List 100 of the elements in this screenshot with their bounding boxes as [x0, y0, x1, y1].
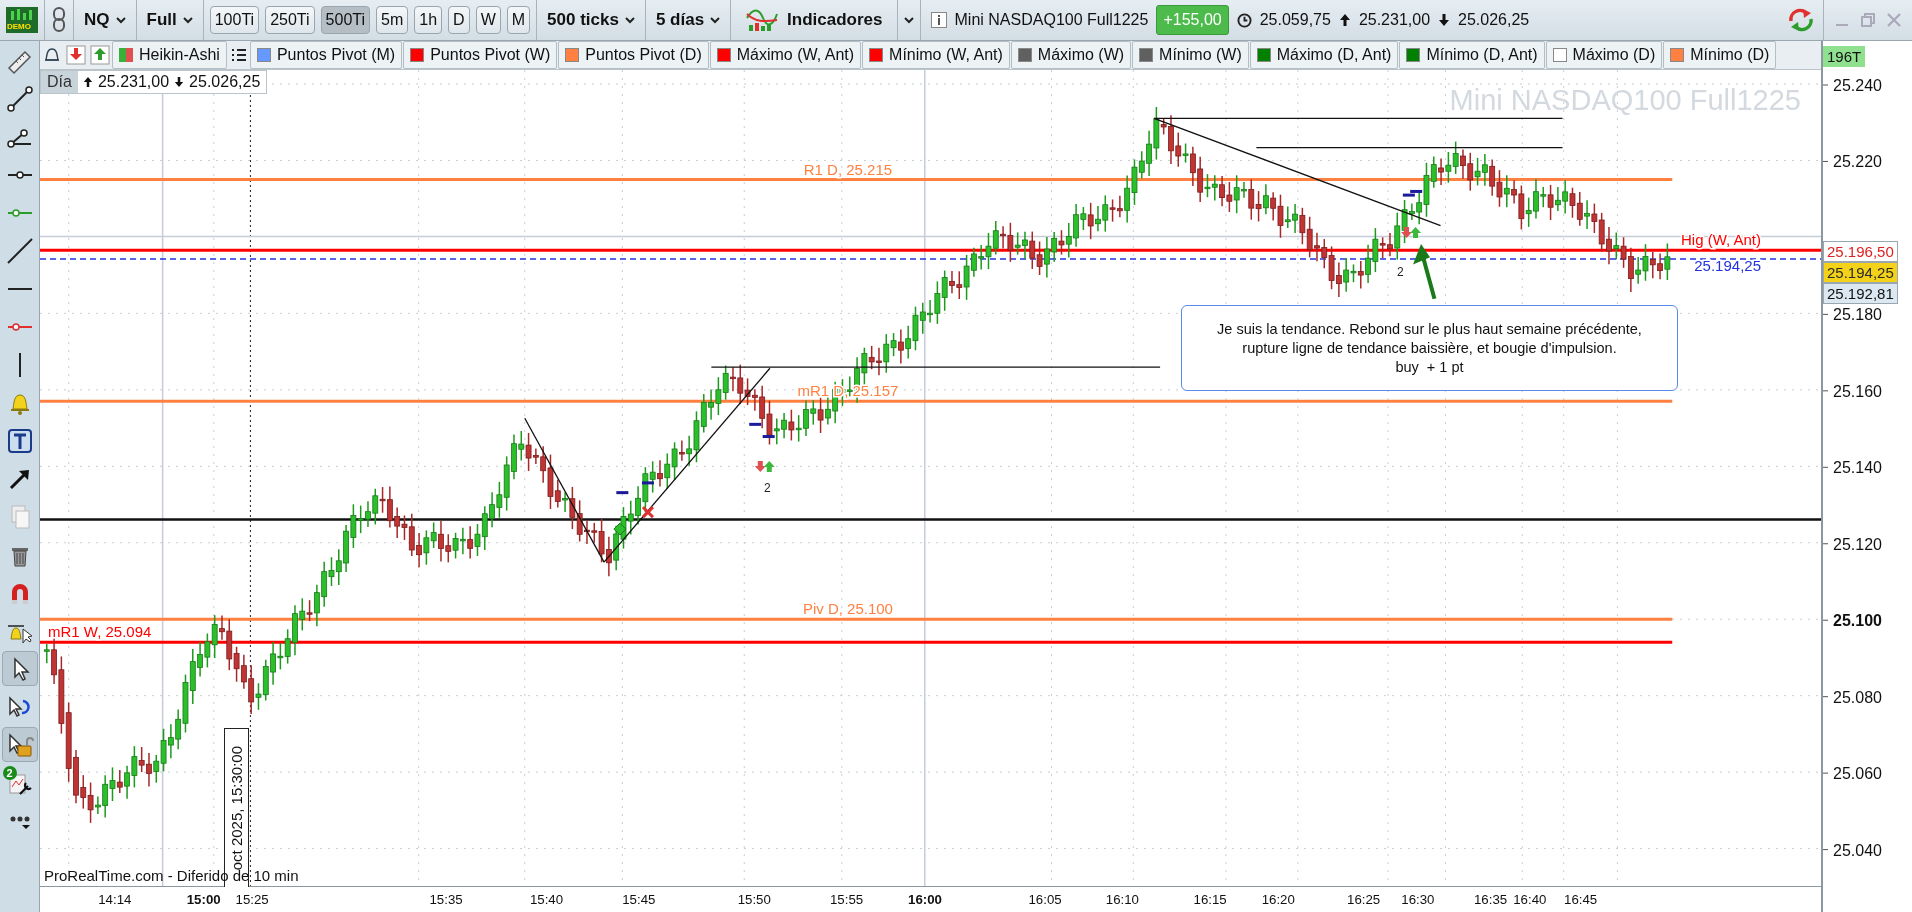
legend-item[interactable]: Heikin-Ashi [112, 41, 227, 70]
day-label: Día [41, 71, 78, 94]
legend-item[interactable]: Máximo (D) [1545, 41, 1663, 70]
trend-line[interactable] [1153, 118, 1564, 120]
refresh-icon[interactable] [1787, 7, 1815, 33]
demo-logo-icon [6, 7, 38, 33]
legend-label: Heikin-Ashi [139, 46, 220, 65]
bar-count-badge: 196T [1823, 45, 1866, 67]
period-dropdown[interactable]: 5 días [645, 0, 732, 40]
price-tag: 25.194,25 [1823, 262, 1898, 283]
symbol-dropdown[interactable]: NQ [74, 0, 137, 40]
legend-item[interactable]: Mínimo (W, Ant) [862, 41, 1010, 70]
time-tick-label: 16:15 [1193, 892, 1227, 908]
time-tick-label: 15:35 [429, 892, 463, 908]
price-tick-label: 25.220 [1833, 153, 1882, 171]
trend-line[interactable] [1153, 118, 1442, 227]
time-tick-label: 16:40 [1513, 892, 1547, 908]
legend-label: Mínimo (W, Ant) [889, 46, 1003, 65]
time-tick-label: 15:45 [622, 892, 656, 908]
buy-sell-arrows-icon [1401, 227, 1422, 239]
link-icon[interactable] [51, 7, 67, 33]
cross-marker-icon [641, 506, 655, 520]
legend-label: Mínimo (D, Ant) [1426, 46, 1538, 65]
trend-line[interactable] [603, 368, 771, 564]
legend-item[interactable]: Mínimo (W) [1132, 41, 1249, 70]
interval-button[interactable]: 5m [376, 6, 409, 34]
price-tick-label: 25.240 [1833, 77, 1882, 94]
price-tick-label: 25.160 [1833, 382, 1882, 400]
pointer-lock-icon[interactable] [1, 727, 38, 762]
legend-label: Máximo (D) [1572, 46, 1656, 65]
legend-item[interactable]: Máximo (D, Ant) [1249, 41, 1399, 70]
level-label: R1 D, 25.215 [803, 160, 893, 178]
time-tick-label: 14:14 [98, 892, 132, 908]
pointer-icon[interactable] [1, 651, 38, 686]
interval-button[interactable]: M [506, 6, 531, 34]
legend-item[interactable]: Puntos Pivot (M) [249, 41, 403, 70]
time-tick-label: 15:00 [186, 892, 221, 908]
legend-label: Puntos Pivot (W) [430, 46, 551, 65]
annotation-box[interactable]: Je suis la tendance. Rebond sur le plus haut semaine précédente, rupture ligne de tendance baissière, et bougie d'impulsion. buy + 1 pt [1181, 305, 1678, 392]
legend-item[interactable]: Máximo (W) [1010, 41, 1132, 70]
price-tag: 25.196,50 [1823, 241, 1898, 262]
interval-button[interactable]: D [448, 6, 470, 34]
order-marker-icon [616, 491, 629, 495]
legend-item[interactable]: Mínimo (D, Ant) [1399, 41, 1545, 70]
level-label: Piv D, 25.100 [802, 600, 893, 618]
download-icon[interactable] [66, 45, 86, 66]
legend-label: Máximo (W, Ant) [736, 46, 855, 65]
info-icon[interactable] [930, 12, 947, 28]
time-tick-label: 16:00 [908, 892, 942, 908]
caret-icon [710, 16, 721, 24]
caret-icon [115, 16, 126, 24]
up-arrow-icon [1338, 13, 1351, 27]
legend-item[interactable]: Puntos Pivot (D) [558, 41, 709, 70]
caret-icon[interactable] [903, 16, 914, 24]
order-marker-icon [641, 481, 654, 485]
tool-button[interactable]: 2 [1, 765, 38, 800]
change-badge: +155,00 [1156, 5, 1229, 35]
low-price: 25.026,25 [1458, 11, 1530, 29]
legend-label: Máximo (D, Ant) [1276, 46, 1392, 65]
price-tick-label: 25.080 [1833, 688, 1882, 706]
level-label: Hig (W, Ant) [1680, 231, 1761, 249]
legend-item[interactable]: Mínimo (D) [1663, 41, 1777, 70]
legend-label: Puntos Pivot (M) [276, 46, 396, 65]
interval-button[interactable]: 100Ti [209, 6, 260, 34]
interval-button[interactable]: 500Ti [320, 6, 371, 34]
upload-icon[interactable] [90, 45, 110, 66]
candle-swatch-icon [119, 48, 133, 63]
legend-label: Máximo (W) [1037, 46, 1125, 65]
ticks-dropdown[interactable]: 500 ticks [537, 0, 646, 40]
time-tick-label: 16:10 [1105, 892, 1139, 908]
demo-label: DEMO [7, 22, 31, 31]
time-tick-label: 16:05 [1028, 892, 1062, 908]
indicators-icon [745, 8, 780, 32]
order-marker-icon [762, 435, 775, 439]
legend-label: Mínimo (D) [1690, 46, 1770, 65]
trend-line[interactable] [1255, 147, 1564, 149]
price-tick-label: 25.040 [1833, 841, 1882, 859]
legend-item[interactable]: Máximo (W, Ant) [709, 41, 862, 70]
price-tick-label: 25.120 [1833, 535, 1882, 553]
day-low: 25.026,25 [189, 73, 261, 92]
trend-line[interactable] [524, 418, 605, 564]
trend-line[interactable] [710, 366, 1161, 369]
interval-button[interactable]: 250Ti [265, 6, 315, 34]
mode-dropdown[interactable]: Full [136, 0, 204, 40]
time-tick-label: 15:25 [235, 892, 269, 908]
diamond-marker-icon [613, 523, 627, 536]
interval-button[interactable]: W [475, 6, 501, 34]
pointer-arrow [1413, 244, 1437, 300]
indicators-button[interactable]: Indicadores [731, 0, 898, 40]
caret-icon [182, 16, 193, 24]
legend-item[interactable]: Puntos Pivot (W) [403, 41, 558, 70]
trade-count-label: 2 [1396, 265, 1404, 280]
notification-badge: 2 [2, 766, 17, 780]
interval-button[interactable]: 1h [414, 6, 443, 34]
trade-count-label: 2 [764, 480, 771, 495]
time-tick-label: 16:25 [1347, 892, 1381, 908]
annotation-text: buy + 1 pt [1395, 359, 1464, 376]
level-label: 25.194,25 [1694, 257, 1761, 275]
time-tick-label: 16:35 [1474, 892, 1508, 908]
price-tag: 25.192,81 [1823, 283, 1898, 304]
